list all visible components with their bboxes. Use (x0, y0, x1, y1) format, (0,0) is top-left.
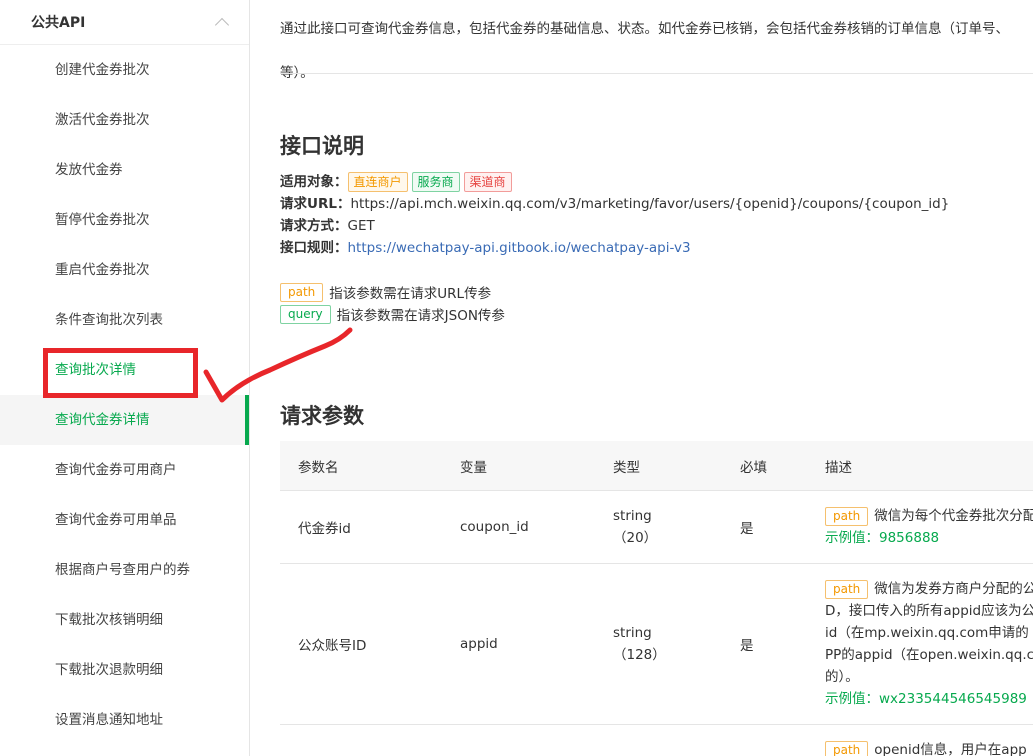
desc-text: 微信为发券方商户分配的公 (874, 581, 1033, 597)
param-type: string （20） (613, 505, 657, 549)
path-legend-text: 指该参数需在请求URL传参 (329, 286, 492, 302)
sidebar-section-header[interactable]: 公共API (0, 0, 249, 45)
params-table: 参数名 变量 类型 必填 描述 代金券id coupon_id string （… (280, 441, 1033, 756)
param-description: path 微信为发券方商户分配的公 D，接口传入的所有appid应该为公 id（在… (825, 578, 1033, 710)
header-type: 类型 (613, 459, 640, 476)
sidebar-item-download-refund[interactable]: 下载批次退款明细 (0, 645, 249, 695)
sidebar-item-query-items[interactable]: 查询代金券可用单品 (0, 495, 249, 545)
param-name: 代金券id (298, 521, 351, 537)
desc-text: D，接口传入的所有appid应该为公 (825, 603, 1033, 619)
table-row: path openid信息，用户在app (280, 725, 1033, 756)
path-tag: path (825, 507, 869, 526)
rule-link[interactable]: https://wechatpay-api.gitbook.io/wechatp… (348, 237, 691, 259)
desc-text: PP的appid（在open.weixin.qq.c (825, 647, 1033, 663)
tag-service-provider: 服务商 (411, 172, 460, 192)
sidebar-item-download-usage[interactable]: 下载批次核销明细 (0, 595, 249, 645)
divider (280, 73, 1033, 74)
param-required: 是 (740, 521, 754, 537)
chevron-up-icon[interactable] (214, 17, 230, 33)
desc-text: 的）。 (825, 669, 859, 685)
path-tag: path (825, 741, 869, 756)
sidebar-item-pause-batch[interactable]: 暂停代金券批次 (0, 195, 249, 245)
header-description: 描述 (825, 459, 852, 476)
param-legend: path 指该参数需在请求URL传参 query 指该参数需在请求JSON传参 (280, 281, 505, 325)
query-legend-text: 指该参数需在请求JSON传参 (336, 308, 505, 324)
sidebar-item-query-merchants[interactable]: 查询代金券可用商户 (0, 445, 249, 495)
url-label: 请求URL： (280, 196, 351, 212)
sidebar-item-activate-batch[interactable]: 激活代金券批次 (0, 95, 249, 145)
api-section-title: 接口说明 (280, 134, 364, 158)
param-required: 是 (740, 638, 754, 654)
table-header: 参数名 变量 类型 必填 描述 (280, 441, 1033, 491)
example-value: 示例值：wx233544546545989 (825, 691, 1027, 707)
desc-text: 微信为每个代金券批次分配 (874, 508, 1033, 524)
sidebar-item-user-coupons[interactable]: 根据商户号查用户的券 (0, 545, 249, 595)
sidebar-item-restart-batch[interactable]: 重启代金券批次 (0, 245, 249, 295)
main-content: 通过此接口可查询代金券信息，包括代金券的基础信息、状态。如代金券已核销，会包括代… (280, 0, 1033, 756)
target-label: 适用对象： (280, 174, 348, 190)
method-label: 请求方式： (280, 218, 348, 234)
param-name: 公众账号ID (298, 638, 367, 654)
path-tag: path (825, 580, 869, 599)
type-name: string (613, 625, 652, 641)
param-variable: coupon_id (460, 519, 529, 535)
rule-label: 接口规则： (280, 240, 348, 256)
path-tag: path (280, 282, 324, 302)
type-length: （20） (613, 530, 658, 546)
desc-text: openid信息，用户在app (874, 742, 1027, 756)
param-description: path openid信息，用户在app (825, 739, 1033, 756)
sidebar-item-issue-coupon[interactable]: 发放代金券 (0, 145, 249, 195)
table-row: 公众账号ID appid string （128） 是 path 微信为发券方商户… (280, 564, 1033, 725)
tag-channel-provider: 渠道商 (463, 172, 512, 192)
header-param-name: 参数名 (298, 459, 339, 476)
request-url: https://api.mch.weixin.qq.com/v3/marketi… (350, 196, 950, 212)
table-row: 代金券id coupon_id string （20） 是 path 微信为每个代… (280, 491, 1033, 564)
param-variable: appid (460, 636, 498, 652)
annotation-box (43, 348, 198, 398)
tag-direct-merchant: 直连商户 (347, 172, 408, 192)
sidebar-item-callback-url[interactable]: 设置消息通知地址 (0, 695, 249, 745)
desc-text: id（在mp.weixin.qq.com申请的 (825, 625, 1029, 641)
example-value: 示例值：9856888 (825, 530, 940, 546)
param-description: path 微信为每个代金券批次分配 示例值：9856888 (825, 505, 1033, 549)
request-method: GET (347, 218, 375, 234)
intro-text: 通过此接口可查询代金券信息，包括代金券的基础信息、状态。如代金券已核销，会包括代… (280, 0, 1033, 106)
api-info: 适用对象： 直连商户 服务商 渠道商 请求URL： https://api.mc… (280, 171, 949, 259)
annotation-checkmark (203, 327, 353, 403)
header-required: 必填 (740, 459, 767, 476)
sidebar-section-title: 公共API (31, 15, 86, 31)
type-length: （128） (613, 647, 666, 663)
header-variable: 变量 (460, 459, 487, 476)
sidebar-item-create-batch[interactable]: 创建代金券批次 (0, 45, 249, 95)
intro-line-1: 通过此接口可查询代金券信息，包括代金券的基础信息、状态。如代金券已核销，会包括代… (280, 21, 1009, 37)
param-type: string （128） (613, 622, 666, 666)
type-name: string (613, 508, 652, 524)
